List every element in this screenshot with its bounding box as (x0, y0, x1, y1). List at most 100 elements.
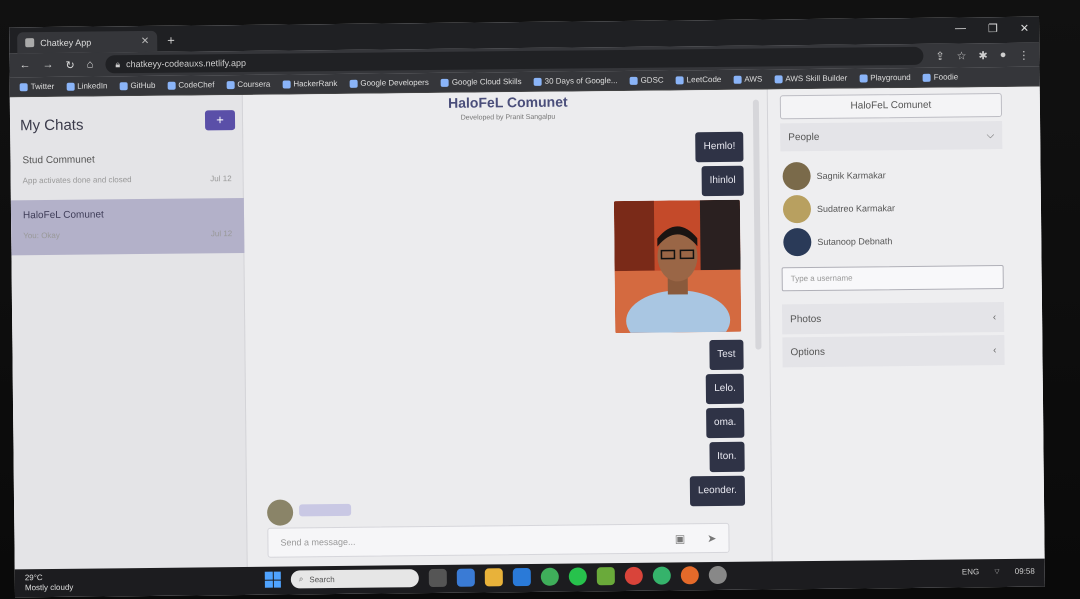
settings-icon[interactable] (708, 565, 727, 585)
bookmark-star-icon[interactable]: ☆ (957, 49, 967, 62)
new-group-button[interactable]: + (204, 110, 236, 131)
bookmark-favicon-icon (167, 81, 176, 90)
bookmark-favicon-icon (922, 73, 931, 82)
taskbar-search[interactable]: ⌕ Search (290, 569, 419, 589)
photos-label: Photos (790, 313, 822, 325)
bookmark-item[interactable]: Coursera (226, 80, 270, 89)
menu-icon[interactable]: ⋮ (1018, 48, 1029, 61)
bookmark-item[interactable]: AWS (733, 75, 762, 84)
wifi-icon[interactable]: ⌔ (993, 567, 1001, 577)
bookmark-favicon-icon (119, 81, 128, 90)
member-name: Sutanoop Debnath (817, 236, 893, 247)
vscode-icon[interactable] (512, 567, 531, 587)
bookmark-item[interactable]: AWS Skill Builder (774, 74, 847, 84)
reload-icon[interactable]: ↻ (65, 58, 74, 71)
group-name-field[interactable]: HaloFeL Comunet (779, 93, 1003, 120)
bookmark-label: Google Developers (360, 78, 429, 88)
messages-scrollbar[interactable] (752, 99, 762, 350)
search-label: Search (309, 574, 335, 584)
weather-temp: 29°C (24, 573, 43, 583)
tab-title: Chatkey App (40, 37, 92, 48)
member-name: Sagnik Karmakar (816, 170, 886, 181)
browser-actions: ⇪ ☆ ✱ ● ⋮ (935, 48, 1029, 62)
bookmark-item[interactable]: 30 Days of Google... (533, 76, 618, 86)
minimize-icon[interactable]: — (955, 22, 966, 35)
message-photo[interactable] (613, 199, 742, 334)
bookmark-favicon-icon (226, 80, 235, 89)
chat-name: Stud Communet (22, 154, 95, 167)
file-explorer-icon[interactable] (484, 568, 503, 587)
extensions-icon[interactable]: ✱ (978, 49, 987, 62)
new-tab-icon[interactable]: + (167, 33, 175, 48)
close-window-icon[interactable]: ✕ (1020, 22, 1029, 35)
chevron-down-icon: ⌵ (986, 129, 995, 141)
close-tab-icon[interactable]: ✕ (141, 36, 150, 47)
app-icon[interactable] (596, 567, 615, 586)
bookmark-favicon-icon (282, 79, 291, 89)
bookmark-favicon-icon (19, 82, 28, 91)
chat-list-item-selected[interactable]: HaloFeL Comunet You: Okay Jul 12 (10, 197, 245, 256)
bookmark-item[interactable]: LinkedIn (66, 81, 108, 91)
bookmark-label: LinkedIn (77, 81, 108, 91)
share-icon[interactable]: ⇪ (935, 49, 944, 62)
browser-tab[interactable]: Chatkey App ✕ (17, 30, 158, 54)
task-view-icon[interactable] (428, 568, 447, 588)
back-icon[interactable]: ← (19, 59, 30, 71)
options-accordion[interactable]: Options ‹ (782, 335, 1005, 368)
conversation-subtitle: Developed by Pranit Sangalpu (460, 113, 556, 122)
people-accordion[interactable]: People ⌵ (780, 121, 1003, 152)
weather-widget[interactable]: 29°C Mostly cloudy (25, 573, 74, 594)
message-input[interactable]: Send a message... ▣ ➤ (267, 522, 730, 558)
chat-time: Jul 12 (210, 174, 232, 184)
message-bubble: Lelo. (706, 373, 745, 405)
app-icon[interactable] (540, 567, 559, 586)
search-icon: ⌕ (298, 574, 304, 584)
chat-list-item[interactable]: Stud Communet App activates done and clo… (10, 143, 244, 200)
windows-start-icon[interactable] (264, 571, 281, 588)
bookmark-favicon-icon (629, 76, 638, 85)
image-upload-icon[interactable]: ▣ (675, 532, 686, 545)
bookmark-item[interactable]: GDSC (629, 76, 664, 85)
message-bubble: Iton. (708, 441, 745, 473)
bookmark-item[interactable]: CodeChef (167, 80, 214, 90)
maximize-icon[interactable]: ❐ (988, 22, 998, 35)
conversation-title: HaloFeL Comunet (448, 93, 568, 111)
profile-icon[interactable]: ● (1000, 48, 1007, 61)
bookmark-item[interactable]: Google Cloud Skills (440, 77, 522, 87)
whatsapp-icon[interactable] (568, 567, 587, 586)
chat-preview: You: Okay (23, 230, 60, 241)
taskbar-apps: ⌕ Search (264, 565, 727, 589)
language-indicator[interactable]: ENG (962, 567, 979, 577)
member-item[interactable]: Sutanoop Debnath (783, 225, 1003, 257)
bookmark-item[interactable]: Google Developers (349, 78, 429, 88)
clock[interactable]: 09:58 (1015, 567, 1035, 577)
firefox-icon[interactable] (680, 566, 699, 585)
member-item[interactable]: Sagnik Karmakar (782, 159, 1002, 191)
bookmark-item[interactable]: GitHub (119, 81, 155, 90)
photos-accordion[interactable]: Photos ‹ (781, 302, 1005, 335)
whatsapp-icon[interactable] (652, 566, 671, 585)
bookmark-item[interactable]: Playground (859, 73, 911, 83)
send-icon[interactable]: ➤ (707, 532, 716, 545)
bookmark-item[interactable]: LeetCode (675, 75, 721, 84)
bookmark-item[interactable]: Foodie (922, 72, 958, 82)
bookmark-item[interactable]: HackerRank (282, 79, 337, 89)
add-user-input[interactable]: Type a username (781, 265, 1004, 292)
home-icon[interactable]: ⌂ (87, 59, 94, 71)
member-item[interactable]: Sudatreo Karmakar (782, 192, 1003, 224)
message-bubble: Hemlo! (695, 131, 744, 163)
bookmark-favicon-icon (859, 73, 868, 83)
bookmark-label: Coursera (237, 79, 271, 90)
bookmark-label: AWS (744, 74, 763, 84)
bookmark-favicon-icon (66, 82, 75, 91)
lock-icon: 🔒︎ (115, 58, 121, 69)
bookmark-favicon-icon (349, 79, 358, 88)
chrome-icon[interactable] (624, 566, 643, 585)
chat-app-icon[interactable] (456, 568, 475, 587)
bookmark-favicon-icon (733, 75, 742, 84)
chat-preview: App activates done and closed (22, 175, 132, 186)
bookmark-item[interactable]: Twitter (19, 82, 54, 91)
bookmark-label: 30 Days of Google... (544, 76, 618, 86)
chevron-left-icon: ‹ (993, 344, 997, 356)
forward-icon[interactable]: → (42, 59, 53, 71)
